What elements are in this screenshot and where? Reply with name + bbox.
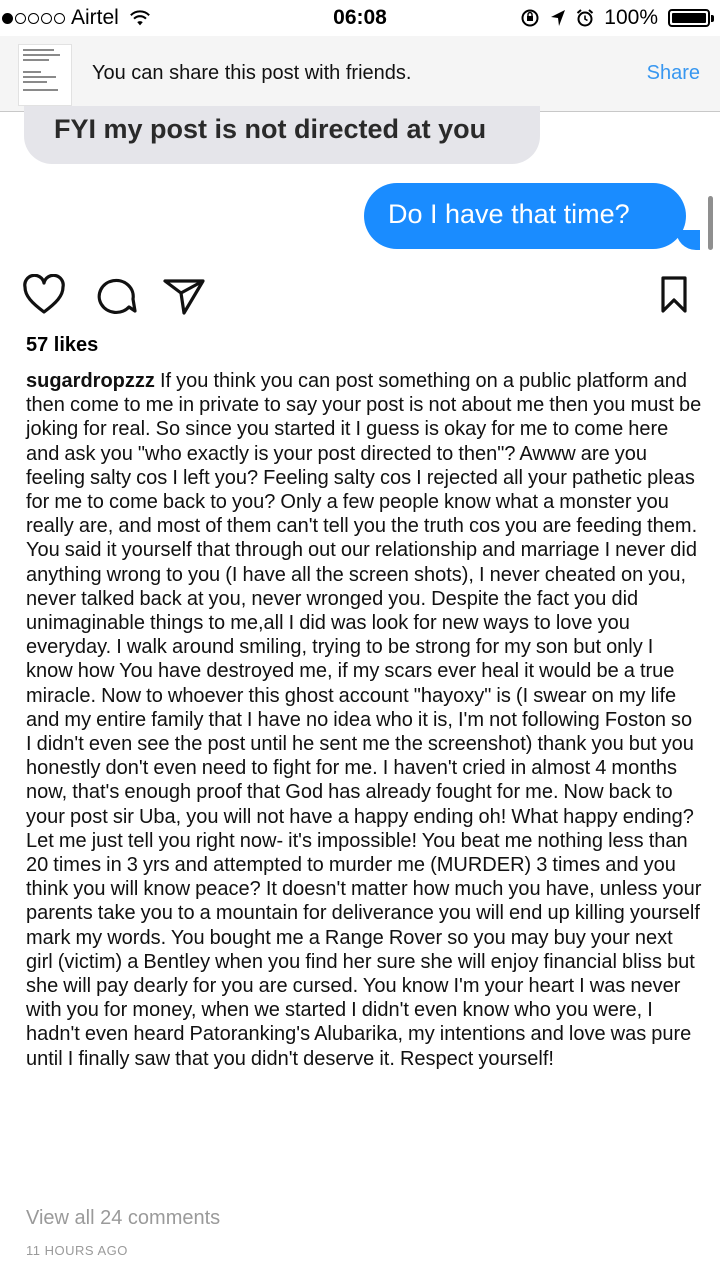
sent-message-tail: [676, 230, 700, 250]
status-right: 100%: [520, 6, 714, 30]
share-button[interactable]: Share: [647, 62, 700, 85]
post-thumbnail: [18, 44, 72, 106]
share-banner-message: You can share this post with friends.: [92, 62, 412, 84]
sent-message-text: Do I have that time?: [388, 199, 630, 229]
post-caption: sugardropzzz If you think you can post s…: [26, 369, 702, 1071]
share-banner: You can share this post with friends. Sh…: [0, 36, 720, 112]
battery-level: [672, 13, 706, 23]
caption-username[interactable]: sugardropzzz: [26, 370, 155, 392]
caption-text: If you think you can post something on a…: [26, 370, 702, 1070]
share-direct-icon[interactable]: [162, 274, 206, 316]
scroll-indicator[interactable]: [708, 196, 713, 250]
battery-icon: [668, 9, 714, 27]
view-comments-link[interactable]: View all 24 comments: [26, 1207, 220, 1230]
battery-percentage: 100%: [604, 6, 658, 29]
heart-icon[interactable]: [22, 274, 66, 316]
alarm-icon: [577, 9, 594, 27]
comment-icon[interactable]: [94, 274, 138, 316]
post-timestamp: 11 HOURS AGO: [26, 1243, 128, 1258]
post-actions: [0, 270, 720, 318]
likes-count[interactable]: 57 likes: [26, 334, 98, 357]
location-arrow-icon: [551, 10, 566, 26]
orientation-lock-icon: [521, 9, 539, 27]
status-bar: Airtel 06:08 100%: [0, 0, 720, 36]
bookmark-icon[interactable]: [656, 274, 692, 316]
received-message-text: FYI my post is not directed at you: [54, 114, 487, 144]
